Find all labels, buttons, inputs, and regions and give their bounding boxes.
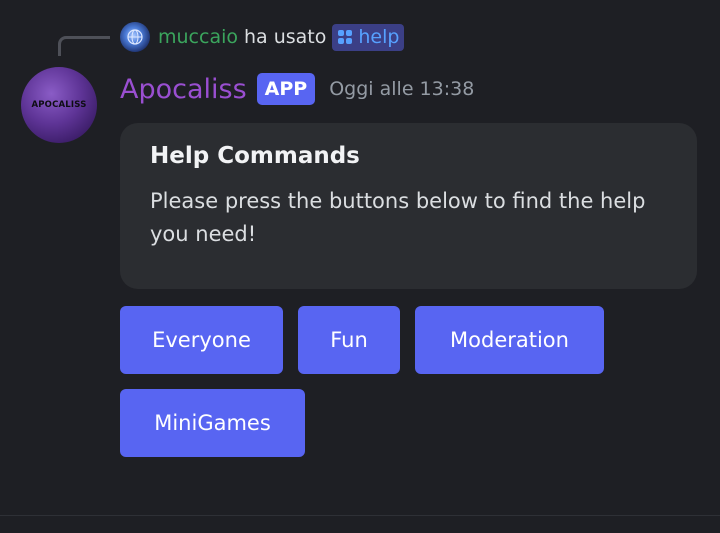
app-badge: APP xyxy=(256,73,316,105)
embed-description: Please press the buttons below to find t… xyxy=(150,189,646,246)
reply-context[interactable]: muccaio ha usato help xyxy=(120,22,405,52)
help-embed: Help Commands Please press the buttons b… xyxy=(120,123,697,289)
reply-action-text: ha usato xyxy=(244,26,327,48)
everyone-button[interactable]: Everyone xyxy=(120,306,283,374)
fun-button[interactable]: Fun xyxy=(298,306,400,374)
message-header: Apocaliss APP Oggi alle 13:38 xyxy=(120,70,474,108)
reply-user-avatar[interactable] xyxy=(120,22,150,52)
command-chip[interactable]: help xyxy=(332,23,405,51)
author-name[interactable]: Apocaliss xyxy=(120,74,247,105)
reply-username[interactable]: muccaio xyxy=(158,26,238,48)
moderation-button[interactable]: Moderation xyxy=(415,306,604,374)
globe-icon xyxy=(127,29,143,45)
avatar-logo-text: APOCALISS xyxy=(31,100,87,110)
slash-command-icon xyxy=(338,30,353,44)
reply-connector-line xyxy=(58,36,110,56)
message-timestamp: Oggi alle 13:38 xyxy=(329,78,475,100)
minigames-button[interactable]: MiniGames xyxy=(120,389,305,457)
embed-title: Help Commands xyxy=(150,143,360,169)
message-divider xyxy=(0,515,720,516)
command-name: help xyxy=(358,26,400,48)
author-avatar[interactable]: APOCALISS xyxy=(21,67,97,143)
